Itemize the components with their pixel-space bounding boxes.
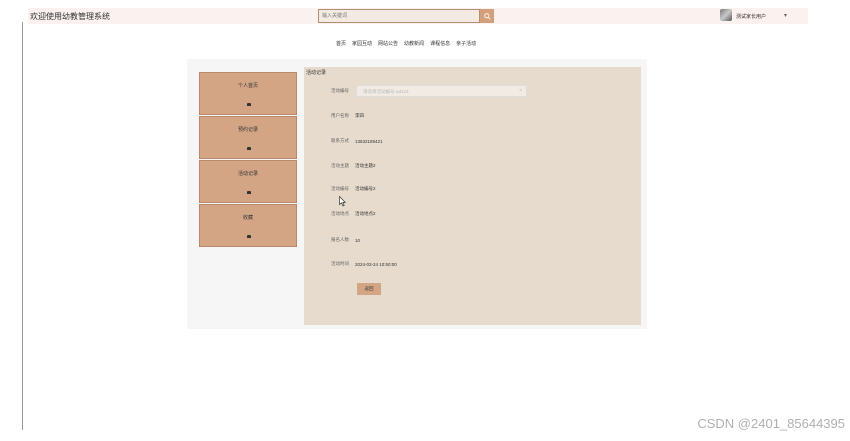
sidebar-item-label: 活动记录 (237, 171, 258, 177)
search-bar (318, 9, 494, 23)
field-value: 李四 (355, 113, 364, 118)
field-participants: 报名人数 10 (331, 235, 360, 245)
field-label: 联系方式 (331, 138, 349, 143)
select-placeholder: 请选择活动编号-ad123 (363, 89, 409, 94)
avatar[interactable] (720, 9, 732, 21)
field-contact: 联系方式 13532189421 (331, 136, 383, 146)
search-input[interactable] (318, 9, 480, 23)
home-icon (247, 103, 251, 106)
search-icon (483, 12, 491, 20)
nav-item-notices[interactable]: 网站公告 (378, 40, 398, 48)
activity-icon (247, 191, 251, 194)
nav-item-interaction[interactable]: 家园互动 (352, 40, 372, 48)
field-activity-id: 活动编号 (331, 86, 355, 96)
field-label: 活动时间 (331, 261, 349, 266)
activity-detail-panel: 活动记录 活动编号 请选择活动编号-ad123 × 用户名称 李四 联系方式 1… (304, 67, 641, 325)
field-value: 10 (355, 237, 361, 243)
field-label: 活动编号 (331, 186, 349, 191)
sidebar-item-profile[interactable]: 个人首页 (199, 72, 297, 115)
sidebar-item-label: 个人首页 (237, 83, 258, 89)
panel-title: 活动记录 (306, 70, 327, 76)
nav-item-activities[interactable]: 亲子活动 (456, 40, 476, 48)
field-label: 活动地点 (331, 211, 349, 216)
search-button[interactable] (480, 9, 494, 23)
mouse-pointer-icon (339, 196, 346, 207)
username[interactable]: 测试家长用户 (736, 13, 766, 20)
user-menu[interactable]: 测试家长用户 ▾ (720, 9, 800, 23)
field-value: 13532189421 (355, 138, 383, 144)
field-activity-number: 活动编号 活动编号2 (331, 184, 376, 194)
window-edge-line (22, 22, 23, 430)
field-value: 活动主题2 (355, 163, 376, 168)
sidebar-item-label: 收藏 (242, 215, 253, 221)
star-icon (247, 235, 251, 238)
field-time: 活动时间 2024-03-24 10:50:00 (331, 259, 397, 269)
clear-icon[interactable]: × (519, 88, 522, 94)
nav-item-news[interactable]: 幼教新闻 (404, 40, 424, 48)
nav-item-courses[interactable]: 课程信息 (430, 40, 450, 48)
side-menu: 个人首页 预约记录 活动记录 收藏 (199, 72, 297, 248)
sidebar-item-bookings[interactable]: 预约记录 (199, 116, 297, 159)
field-label: 活动编号 (331, 88, 349, 93)
nav-item-home[interactable]: 首页 (336, 40, 346, 48)
calendar-icon (247, 147, 251, 150)
field-label: 用户名称 (331, 113, 349, 118)
site-title: 欢迎使用幼教管理系统 (30, 12, 110, 21)
field-theme: 活动主题 活动主题2 (331, 161, 376, 171)
watermark: CSDN @2401_85644395 (697, 416, 845, 431)
field-label: 活动主题 (331, 163, 349, 168)
sidebar-item-label: 预约记录 (237, 127, 258, 133)
chevron-down-icon[interactable]: ▾ (784, 12, 787, 19)
field-location: 活动地点 活动地点2 (331, 209, 376, 219)
field-value: 活动编号2 (355, 186, 376, 191)
sidebar-item-favorites[interactable]: 收藏 (199, 204, 297, 247)
field-username: 用户名称 李四 (331, 111, 364, 121)
main-nav: 首页 家园互动 网站公告 幼教新闻 课程信息 亲子活动 (336, 40, 476, 48)
back-button[interactable]: 返回 (357, 283, 381, 295)
field-label: 报名人数 (331, 237, 349, 242)
field-value: 2024-03-24 10:50:00 (355, 261, 397, 267)
sidebar-item-activities[interactable]: 活动记录 (199, 160, 297, 203)
field-value: 活动地点2 (355, 211, 376, 216)
activity-id-select[interactable]: 请选择活动编号-ad123 × (356, 85, 527, 97)
